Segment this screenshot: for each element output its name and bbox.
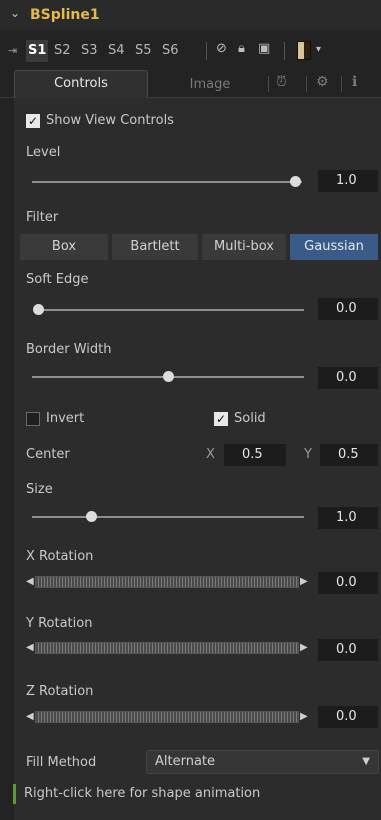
tab-alarm-icon[interactable]: ⏰︎ [276, 74, 287, 90]
version-s5[interactable]: S5 [133, 40, 154, 62]
x-rotation-right-arrow-icon[interactable]: ▶ [300, 576, 308, 587]
filter-box-button[interactable]: Box [20, 234, 108, 260]
z-rotation-left-arrow-icon[interactable]: ◀ [26, 711, 34, 722]
show-view-controls-checkbox[interactable]: ✓ [26, 114, 40, 128]
divider [306, 76, 307, 92]
border-width-value-field[interactable]: 0.0 [318, 367, 378, 389]
solid-label: Solid [234, 411, 266, 426]
shape-animation-hint[interactable]: Right-click here for shape animation [24, 786, 260, 801]
tile-color-swatch[interactable] [297, 41, 311, 60]
soft-edge-value-field[interactable]: 0.0 [318, 298, 378, 320]
z-rotation-thumbwheel[interactable] [35, 711, 299, 723]
tab-settings-gear-icon[interactable]: ⚙︎ [316, 74, 329, 90]
tab-image[interactable]: Image [160, 72, 260, 98]
filter-bartlett-button[interactable]: Bartlett [112, 234, 198, 260]
divider [268, 76, 269, 92]
filter-multi-box-button[interactable]: Multi-box [202, 234, 286, 260]
y-rotation-thumbwheel[interactable] [35, 642, 299, 654]
fill-method-label: Fill Method [26, 755, 97, 770]
x-rotation-label: X Rotation [26, 549, 94, 564]
center-x-label: X [206, 447, 215, 462]
invert-label: Invert [46, 411, 85, 426]
version-s2[interactable]: S2 [52, 40, 73, 62]
x-rotation-left-arrow-icon[interactable]: ◀ [26, 576, 34, 587]
tab-controls[interactable]: Controls [14, 70, 148, 98]
center-x-field[interactable]: 0.5 [224, 444, 286, 466]
border-width-slider-knob[interactable] [163, 371, 174, 382]
center-y-field[interactable]: 0.5 [320, 444, 378, 466]
size-value-field[interactable]: 1.0 [318, 507, 378, 529]
soft-edge-slider-knob[interactable] [33, 304, 44, 315]
save-icon[interactable]: ▣ [258, 41, 270, 56]
z-rotation-label: Z Rotation [26, 684, 94, 699]
chevron-down-icon: ▼ [362, 756, 370, 767]
y-rotation-value-field[interactable]: 0.0 [318, 639, 378, 661]
x-rotation-thumbwheel[interactable] [35, 576, 299, 588]
pin-icon[interactable]: ⇥ [8, 44, 17, 57]
version-s6[interactable]: S6 [160, 40, 181, 62]
divider [206, 42, 207, 60]
divider [341, 76, 342, 92]
y-rotation-label: Y Rotation [26, 616, 93, 631]
fill-method-value: Alternate [155, 754, 216, 769]
size-slider-knob[interactable] [86, 511, 97, 522]
version-s4[interactable]: S4 [106, 40, 127, 62]
invert-checkbox[interactable] [26, 412, 40, 426]
bypass-icon[interactable]: ⊘ [216, 41, 227, 56]
animation-indicator [13, 784, 16, 804]
chevron-down-icon[interactable]: ▾ [316, 44, 321, 55]
filter-gaussian-button[interactable]: Gaussian [290, 234, 378, 260]
filter-label: Filter [26, 210, 59, 225]
level-slider-knob[interactable] [290, 176, 301, 187]
lock-icon[interactable]: 🔒︎ [238, 41, 245, 56]
version-s1[interactable]: S1 [26, 40, 49, 62]
info-icon[interactable]: ℹ︎ [352, 74, 357, 90]
version-s3[interactable]: S3 [79, 40, 100, 62]
x-rotation-value-field[interactable]: 0.0 [318, 572, 378, 594]
border-width-label: Border Width [26, 342, 112, 357]
fill-method-dropdown[interactable]: Alternate ▼ [146, 750, 379, 774]
divider [284, 42, 285, 60]
center-label: Center [26, 447, 70, 462]
z-rotation-value-field[interactable]: 0.0 [318, 706, 378, 728]
z-rotation-right-arrow-icon[interactable]: ▶ [300, 711, 308, 722]
size-slider-track[interactable] [32, 516, 304, 518]
y-rotation-left-arrow-icon[interactable]: ◀ [26, 642, 34, 653]
size-label: Size [26, 482, 53, 497]
y-rotation-right-arrow-icon[interactable]: ▶ [300, 642, 308, 653]
tool-header[interactable]: ⌄ BSpline1 [0, 0, 381, 30]
collapse-chevron-icon[interactable]: ⌄ [10, 6, 20, 20]
level-label: Level [26, 145, 61, 160]
level-slider-track[interactable] [32, 181, 302, 183]
center-y-label: Y [304, 447, 312, 462]
soft-edge-slider-track[interactable] [34, 309, 304, 311]
tool-title: BSpline1 [30, 7, 100, 23]
level-value-field[interactable]: 1.0 [318, 170, 378, 192]
soft-edge-label: Soft Edge [26, 272, 89, 287]
solid-checkbox[interactable]: ✓ [214, 412, 228, 426]
show-view-controls-label: Show View Controls [46, 113, 174, 128]
